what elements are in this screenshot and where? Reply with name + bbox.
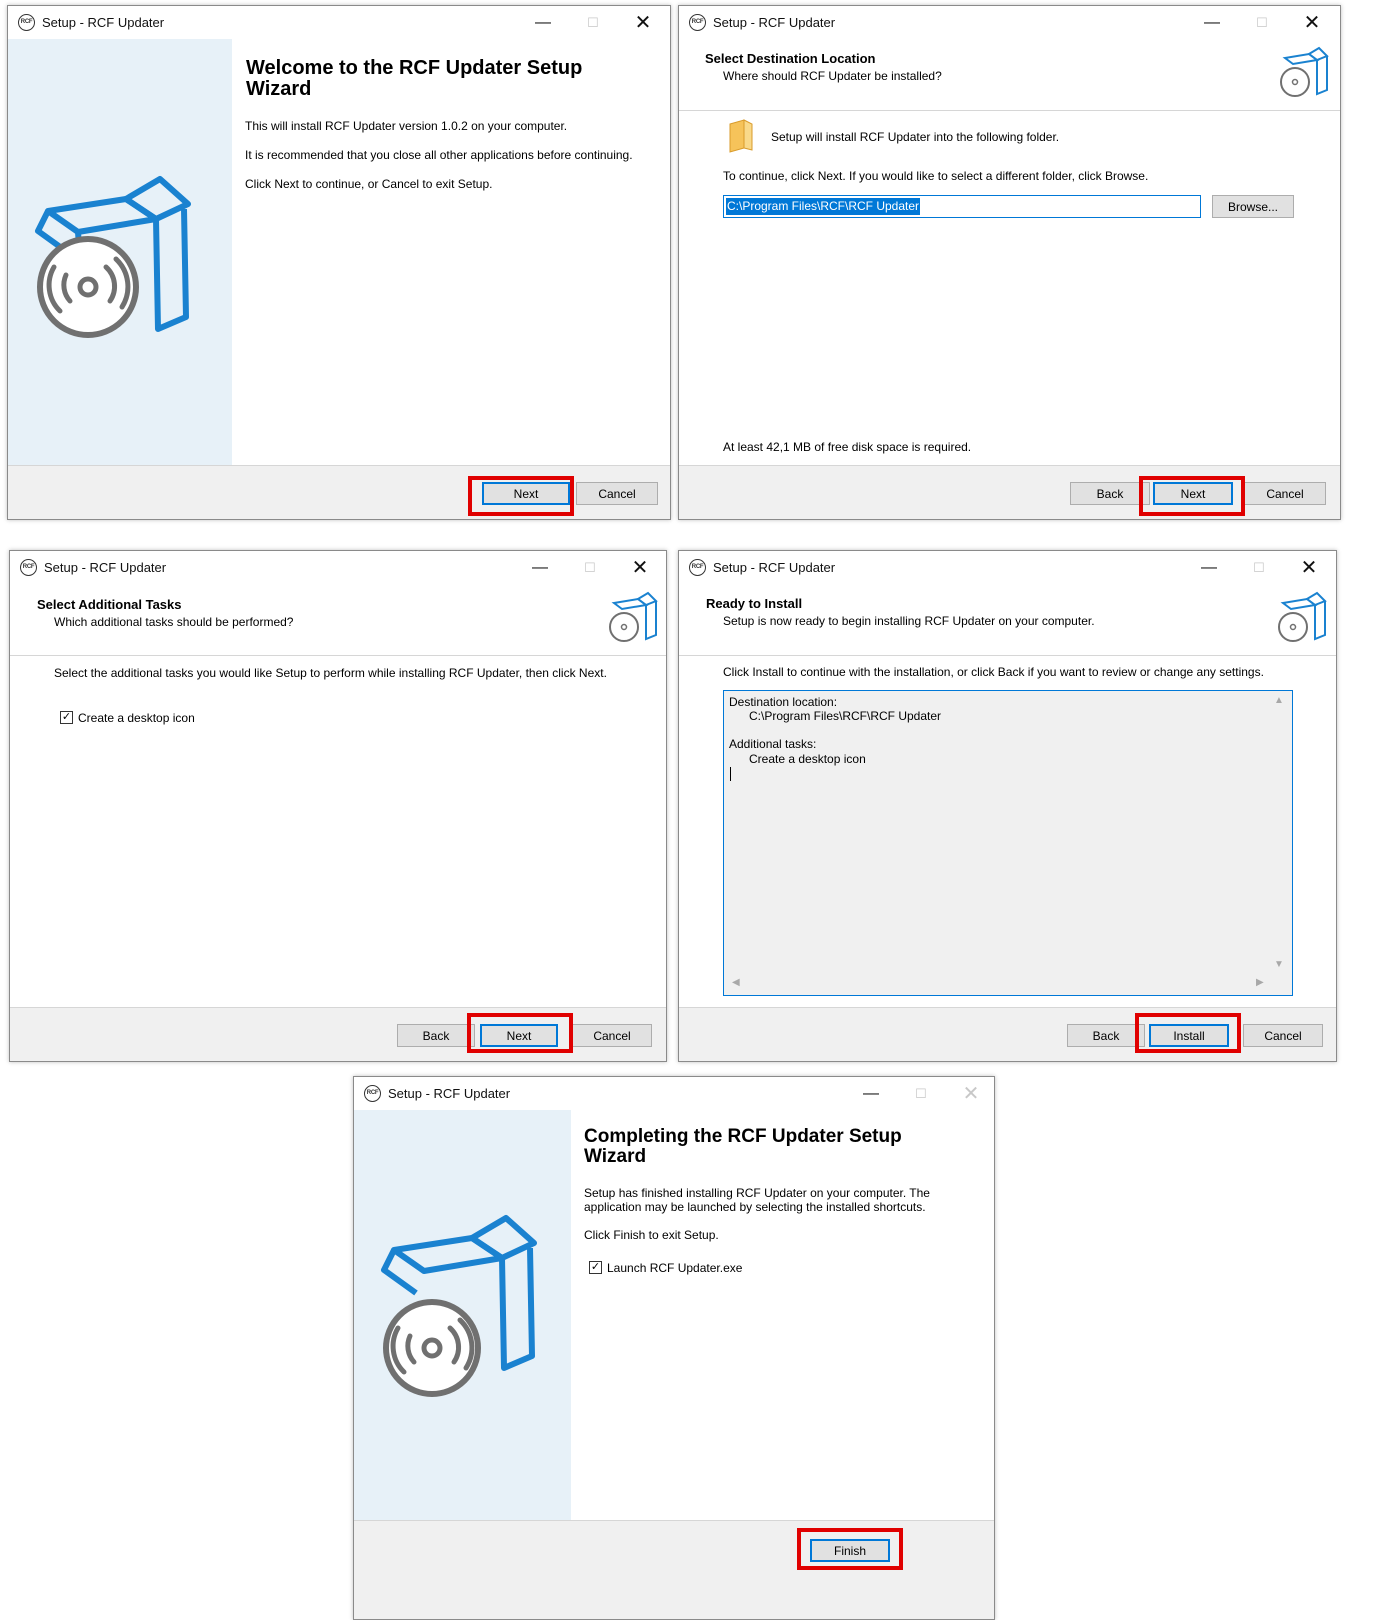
title-bar[interactable]: RCF Setup - RCF Updater — ☐ ✕ (10, 551, 666, 584)
next-highlight (467, 1013, 573, 1053)
title-bar[interactable]: RCF Setup - RCF Updater — ☐ ✕ (679, 551, 1336, 584)
back-button[interactable]: Back (1070, 482, 1150, 505)
rcf-app-icon: RCF (364, 1085, 381, 1102)
text-caret (730, 767, 731, 781)
memo-destination-value: C:\Program Files\RCF\RCF Updater (749, 709, 942, 723)
title-bar[interactable]: RCF Setup - RCF Updater — ☐ ✕ (8, 6, 670, 39)
page-subtitle: Which additional tasks should be perform… (54, 615, 294, 629)
window-title: Setup - RCF Updater (44, 560, 167, 575)
finish-line-1b: application may be launched by selecting… (584, 1200, 926, 1214)
page-title: Ready to Install (706, 596, 803, 611)
install-box-icon (609, 591, 658, 642)
summary-memo[interactable]: Destination location: C:\Program Files\R… (723, 690, 1293, 996)
page-title: Select Additional Tasks (37, 597, 182, 612)
welcome-line-1: This will install RCF Updater version 1.… (245, 119, 568, 133)
window-title: Setup - RCF Updater (713, 15, 836, 30)
launch-checkbox[interactable]: ✓ (589, 1261, 602, 1274)
wizard-sidebar (354, 1110, 571, 1523)
close-icon[interactable]: ✕ (620, 9, 666, 37)
folder-icon (729, 119, 753, 153)
close-icon[interactable]: ✕ (617, 554, 663, 582)
maximize-icon: ☐ (1256, 15, 1268, 30)
welcome-heading: Welcome to the RCF Updater Setup Wizard (246, 57, 583, 100)
wizard-sidebar (8, 39, 232, 467)
header-divider (10, 655, 666, 656)
close-icon[interactable]: ✕ (1289, 9, 1335, 37)
minimize-icon[interactable]: — (517, 554, 563, 582)
rcf-app-icon: RCF (689, 14, 706, 31)
maximize-icon: ☐ (1253, 560, 1265, 575)
minimize-icon[interactable]: — (1186, 554, 1232, 582)
finish-window: RCF Setup - RCF Updater — ☐ ✕ Completing… (353, 1076, 995, 1620)
memo-tasks-label: Additional tasks: (729, 737, 817, 751)
rcf-app-icon: RCF (20, 559, 37, 576)
minimize-icon[interactable]: — (520, 9, 566, 37)
header-divider (679, 110, 1340, 111)
path-selected-text: C:\Program Files\RCF\RCF Updater (726, 198, 921, 215)
welcome-line-3: Click Next to continue, or Cancel to exi… (245, 177, 493, 191)
launch-label[interactable]: Launch RCF Updater.exe (607, 1261, 742, 1275)
next-highlight (1139, 476, 1245, 516)
continue-instruction: To continue, click Next. If you would li… (723, 169, 1149, 183)
page-subtitle: Setup is now ready to begin installing R… (723, 614, 1095, 628)
header-divider (679, 655, 1336, 656)
memo-destination-label: Destination location: (729, 695, 838, 709)
install-box-icon (1278, 591, 1327, 642)
close-icon: ✕ (962, 1083, 980, 1105)
cancel-button[interactable]: Cancel (576, 482, 658, 505)
minimize-icon[interactable]: — (848, 1080, 894, 1108)
welcome-window: RCF Setup - RCF Updater — ☐ ✕ Welcome to… (7, 5, 671, 520)
install-box-icon (35, 176, 191, 338)
folder-description: Setup will install RCF Updater into the … (771, 130, 1060, 144)
window-title: Setup - RCF Updater (42, 15, 165, 30)
next-highlight (468, 476, 574, 516)
destination-path-input[interactable]: C:\Program Files\RCF\RCF Updater (723, 195, 1201, 218)
maximize-icon: ☐ (915, 1086, 927, 1101)
cancel-button[interactable]: Cancel (572, 1024, 652, 1047)
window-title: Setup - RCF Updater (713, 560, 836, 575)
welcome-line-2: It is recommended that you close all oth… (245, 148, 633, 162)
install-highlight (1135, 1013, 1241, 1053)
install-box-icon (381, 1215, 537, 1397)
back-button[interactable]: Back (397, 1024, 475, 1047)
title-bar[interactable]: RCF Setup - RCF Updater — ☐ ✕ (679, 6, 1340, 39)
finish-line-2: Click Finish to exit Setup. (584, 1228, 719, 1242)
scroll-left-icon[interactable]: ◀ (732, 977, 740, 988)
destination-window: RCF Setup - RCF Updater — ☐ ✕ Select Des… (678, 5, 1341, 520)
tasks-window: RCF Setup - RCF Updater — ☐ ✕ Select Add… (9, 550, 667, 1062)
memo-tasks-value: Create a desktop icon (749, 752, 866, 766)
maximize-icon: ☐ (587, 15, 599, 30)
ready-window: RCF Setup - RCF Updater — ☐ ✕ Ready to I… (678, 550, 1337, 1062)
maximize-icon: ☐ (584, 560, 596, 575)
page-title: Select Destination Location (705, 51, 876, 66)
scroll-right-icon[interactable]: ▶ (1256, 977, 1264, 988)
rcf-app-icon: RCF (689, 559, 706, 576)
rcf-app-icon: RCF (18, 14, 35, 31)
window-title: Setup - RCF Updater (388, 1086, 511, 1101)
finish-heading: Completing the RCF Updater Setup Wizard (584, 1126, 902, 1167)
ready-instruction: Click Install to continue with the insta… (723, 665, 1264, 679)
cancel-button[interactable]: Cancel (1244, 482, 1326, 505)
minimize-icon[interactable]: — (1189, 9, 1235, 37)
desktop-icon-checkbox[interactable]: ✓ (60, 711, 73, 724)
scroll-down-icon[interactable]: ▼ (1274, 959, 1284, 970)
finish-line-1a: Setup has finished installing RCF Update… (584, 1186, 930, 1200)
page-subtitle: Where should RCF Updater be installed? (723, 69, 942, 83)
disk-space-text: At least 42,1 MB of free disk space is r… (723, 440, 972, 454)
desktop-icon-label[interactable]: Create a desktop icon (78, 711, 195, 725)
title-bar[interactable]: RCF Setup - RCF Updater — ☐ ✕ (354, 1077, 994, 1110)
finish-highlight (797, 1528, 903, 1570)
scroll-up-icon[interactable]: ▲ (1274, 695, 1284, 706)
browse-button[interactable]: Browse... (1212, 195, 1294, 218)
tasks-instruction: Select the additional tasks you would li… (54, 666, 607, 680)
close-icon[interactable]: ✕ (1286, 554, 1332, 582)
cancel-button[interactable]: Cancel (1243, 1024, 1323, 1047)
install-box-icon (1280, 46, 1329, 97)
back-button[interactable]: Back (1067, 1024, 1145, 1047)
